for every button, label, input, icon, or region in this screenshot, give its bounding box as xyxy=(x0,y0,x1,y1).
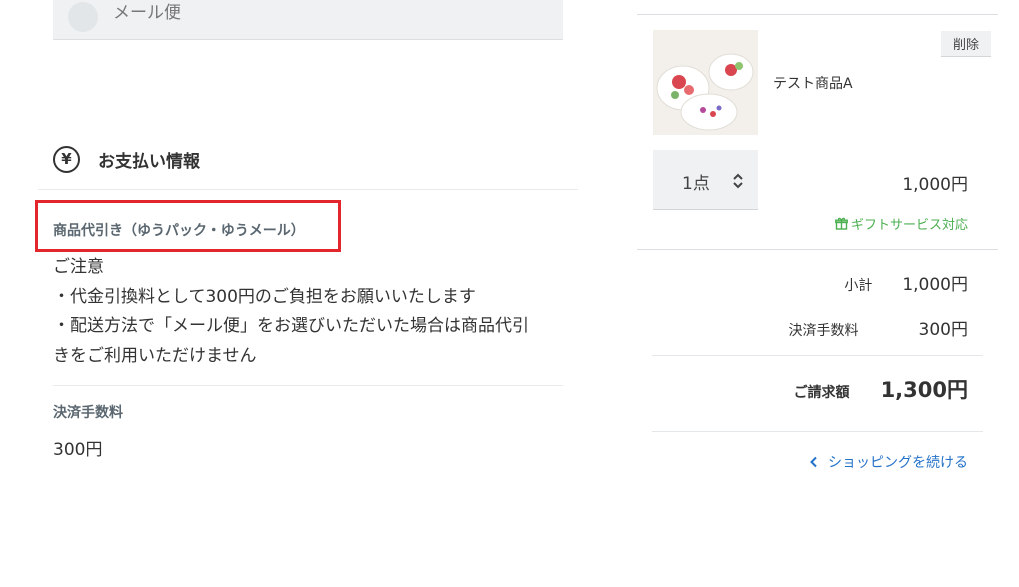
notice-line: ・配送方法で「メール便」をお選びいただいた場合は商品代引 xyxy=(53,316,529,336)
continue-shopping-link[interactable]: ショッピングを続ける xyxy=(809,452,968,472)
gift-service-label: ギフトサービス対応 xyxy=(835,214,968,233)
fee-value: 300円 xyxy=(918,320,968,340)
fee-label: 決済手数料 xyxy=(788,323,859,339)
notice-line: きをご利用いただけません xyxy=(53,345,257,366)
shipping-option-label: メール便 xyxy=(113,3,181,23)
quantity-value: 1点 xyxy=(682,174,710,194)
shipping-radio[interactable] xyxy=(68,2,98,32)
yen-circle-icon: ¥ xyxy=(53,145,80,173)
divider xyxy=(38,189,578,190)
delete-button[interactable]: 削除 xyxy=(941,31,991,57)
total-label: ご請求額 xyxy=(793,385,850,401)
section-title: お支払い情報 xyxy=(98,151,200,172)
fee-row: 決済手数料 300円 xyxy=(789,315,968,340)
payment-method-name: 商品代引き（ゆうパック・ゆうメール） xyxy=(53,223,305,239)
quantity-select[interactable]: 1点 xyxy=(653,150,758,210)
product-name[interactable]: テスト商品A xyxy=(773,73,853,93)
subtotal-label: 小計 xyxy=(844,278,873,294)
divider xyxy=(637,249,998,250)
divider xyxy=(53,385,563,386)
notice-line: ご注意 xyxy=(53,257,104,277)
divider xyxy=(652,431,983,432)
gift-label-text: ギフトサービス対応 xyxy=(850,218,968,233)
payment-section-header: ¥ お支払い情報 xyxy=(53,144,200,174)
item-price: 1,000円 xyxy=(902,175,968,195)
product-image xyxy=(653,30,758,135)
payment-notice: ご注意 ・代金引換料として300円のご負担をお願いいたします ・配送方法で「メー… xyxy=(53,253,573,371)
total-row: ご請求額 1,300円 xyxy=(794,374,968,404)
teacup-plates-image xyxy=(653,30,758,135)
divider xyxy=(637,14,998,15)
payment-fee-label: 決済手数料 xyxy=(53,405,123,421)
select-arrows-icon xyxy=(733,173,743,189)
subtotal-row: 小計 1,000円 xyxy=(844,270,968,295)
continue-shopping-label: ショッピングを続ける xyxy=(828,455,968,471)
divider xyxy=(652,355,983,356)
notice-line: ・代金引換料として300円のご負担をお願いいたします xyxy=(53,286,476,307)
shipping-option-mail[interactable]: メール便 xyxy=(53,0,563,40)
total-value: 1,300円 xyxy=(880,378,968,402)
subtotal-value: 1,000円 xyxy=(902,275,968,295)
chevron-left-icon xyxy=(810,456,817,468)
gift-icon xyxy=(835,217,848,230)
payment-fee-value: 300円 xyxy=(53,440,103,460)
